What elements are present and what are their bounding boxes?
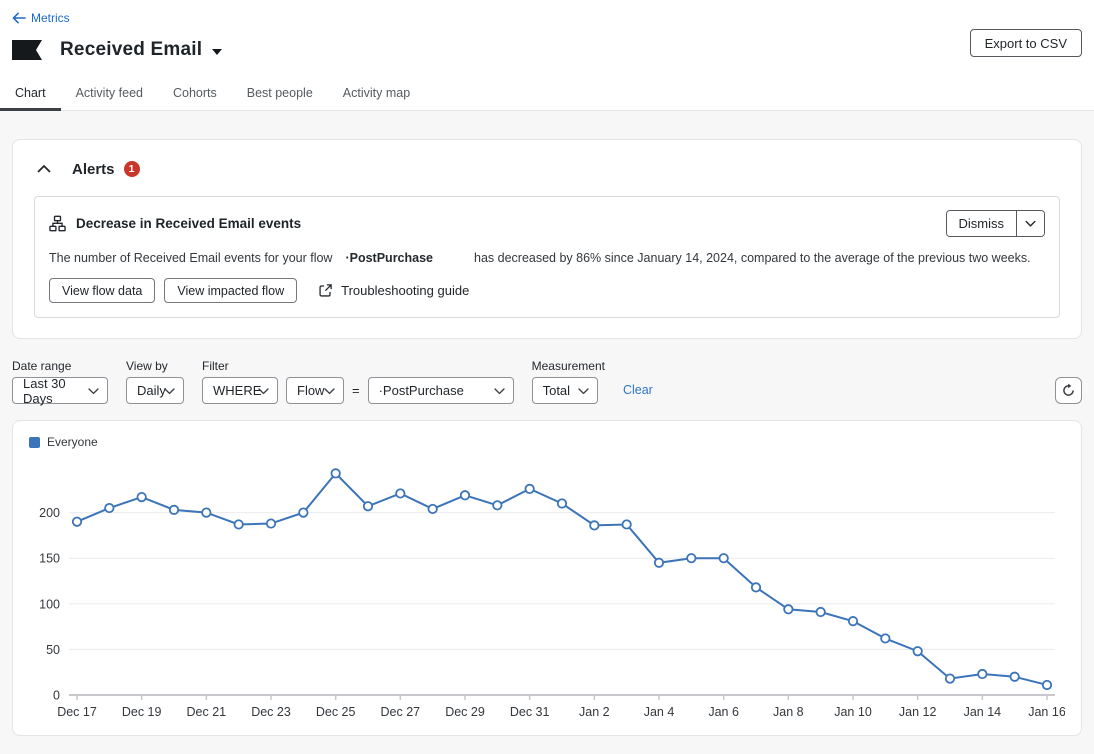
refresh-button[interactable] — [1055, 377, 1082, 404]
filter-value-select[interactable]: ·PostPurchase — [368, 377, 514, 404]
tab-cohorts[interactable]: Cohorts — [158, 77, 232, 110]
chart-legend: Everyone — [29, 435, 1065, 449]
filters-bar: Date range Last 30 Days View by Daily Fi… — [12, 359, 1082, 404]
line-chart-svg[interactable]: 0 50 100 150 200 Dec 17 Dec 19 Dec 21 Dec 23 Dec … — [29, 453, 1065, 725]
export-to-csv-button[interactable]: Export to CSV — [970, 29, 1082, 57]
view-by-select[interactable]: Daily — [126, 377, 184, 404]
legend-swatch-everyone — [29, 437, 40, 448]
chevron-down-icon — [493, 385, 506, 397]
svg-text:50: 50 — [46, 643, 60, 657]
date-range-value: Last 30 Days — [23, 376, 81, 406]
svg-text:Jan 2: Jan 2 — [579, 705, 610, 719]
measurement-select[interactable]: Total — [532, 377, 598, 404]
filter-value: ·PostPurchase — [379, 383, 464, 398]
alerts-title: Alerts — [72, 161, 115, 178]
clear-filters-link[interactable]: Clear — [623, 383, 653, 397]
chevron-up-icon — [36, 162, 52, 176]
caret-down-icon[interactable] — [212, 49, 222, 55]
svg-text:Dec 21: Dec 21 — [187, 705, 227, 719]
svg-text:Jan 16: Jan 16 — [1028, 705, 1065, 719]
back-to-metrics-link[interactable]: Metrics — [12, 11, 70, 25]
chart-card: Everyone 0 50 100 150 200 Dec 17 Dec 19 Dec 21 D… — [12, 420, 1082, 736]
back-link-label: Metrics — [31, 11, 70, 25]
view-flow-data-button[interactable]: View flow data — [49, 278, 155, 303]
tab-best-people[interactable]: Best people — [232, 77, 328, 110]
alerts-card: Alerts 1 Decrease in Received Email even… — [12, 139, 1082, 339]
chevron-down-icon — [87, 385, 100, 397]
view-by-label: View by — [126, 359, 184, 373]
svg-text:200: 200 — [39, 506, 60, 520]
chevron-down-icon — [1024, 218, 1037, 229]
date-range-label: Date range — [12, 359, 108, 373]
external-link-icon — [318, 283, 333, 298]
refresh-icon — [1061, 383, 1076, 398]
troubleshooting-guide-label: Troubleshooting guide — [341, 283, 469, 298]
alert-body-prefix: The number of Received Email events for … — [49, 251, 332, 265]
alert-body: The number of Received Email events for … — [49, 251, 1045, 265]
tab-activity-feed[interactable]: Activity feed — [61, 77, 158, 110]
view-impacted-flow-button[interactable]: View impacted flow — [164, 278, 297, 303]
svg-text:150: 150 — [39, 552, 60, 566]
filter-equals-sign: = — [352, 383, 360, 398]
alerts-count-badge: 1 — [124, 161, 140, 177]
chevron-down-icon — [577, 385, 590, 397]
filter-where-select[interactable]: WHERE — [202, 377, 278, 404]
legend-label-everyone: Everyone — [47, 435, 98, 449]
measurement-value: Total — [543, 383, 570, 398]
alert-title: Decrease in Received Email events — [76, 216, 301, 231]
page-title: Received Email — [60, 39, 202, 61]
dismiss-button[interactable]: Dismiss — [947, 211, 1017, 236]
dismiss-dropdown-button[interactable] — [1016, 211, 1044, 236]
view-by-value: Daily — [137, 383, 166, 398]
dismiss-split-button: Dismiss — [946, 210, 1046, 237]
svg-text:100: 100 — [39, 597, 60, 611]
arrow-left-icon — [12, 12, 26, 24]
tab-chart[interactable]: Chart — [0, 77, 61, 110]
svg-text:Jan 10: Jan 10 — [834, 705, 872, 719]
tab-bar: Chart Activity feed Cohorts Best people … — [0, 77, 1094, 110]
alerts-collapse-button[interactable] — [34, 160, 54, 178]
page-header: Metrics Received Email Export to CSV Cha… — [0, 0, 1094, 111]
svg-text:0: 0 — [53, 689, 60, 703]
svg-text:Dec 27: Dec 27 — [381, 705, 421, 719]
svg-text:Jan 8: Jan 8 — [773, 705, 804, 719]
filter-where-value: WHERE — [213, 383, 261, 398]
alert-item: Decrease in Received Email events Dismis… — [34, 196, 1060, 318]
chevron-down-icon — [323, 385, 336, 397]
filter-field-value: Flow — [297, 383, 324, 398]
flow-icon — [49, 215, 66, 232]
chevron-down-icon — [163, 385, 176, 397]
metric-flag-icon — [12, 40, 42, 60]
alert-body-suffix: has decreased by 86% since January 14, 2… — [474, 251, 1031, 265]
measurement-label: Measurement — [532, 359, 605, 373]
svg-text:Jan 14: Jan 14 — [964, 705, 1002, 719]
alert-flow-name: ·PostPurchase — [345, 251, 433, 265]
tab-activity-map[interactable]: Activity map — [328, 77, 425, 110]
svg-text:Jan 4: Jan 4 — [644, 705, 675, 719]
svg-text:Dec 17: Dec 17 — [57, 705, 97, 719]
svg-text:Dec 31: Dec 31 — [510, 705, 550, 719]
main-content: Alerts 1 Decrease in Received Email even… — [0, 139, 1094, 736]
date-range-select[interactable]: Last 30 Days — [12, 377, 108, 404]
svg-text:Jan 6: Jan 6 — [708, 705, 739, 719]
svg-text:Jan 12: Jan 12 — [899, 705, 937, 719]
troubleshooting-guide-link[interactable]: Troubleshooting guide — [318, 283, 469, 298]
filter-label: Filter — [202, 359, 514, 373]
filter-field-select[interactable]: Flow — [286, 377, 344, 404]
svg-text:Dec 19: Dec 19 — [122, 705, 162, 719]
svg-text:Dec 23: Dec 23 — [251, 705, 291, 719]
svg-text:Dec 25: Dec 25 — [316, 705, 356, 719]
svg-text:Dec 29: Dec 29 — [445, 705, 485, 719]
chevron-down-icon — [257, 385, 270, 397]
